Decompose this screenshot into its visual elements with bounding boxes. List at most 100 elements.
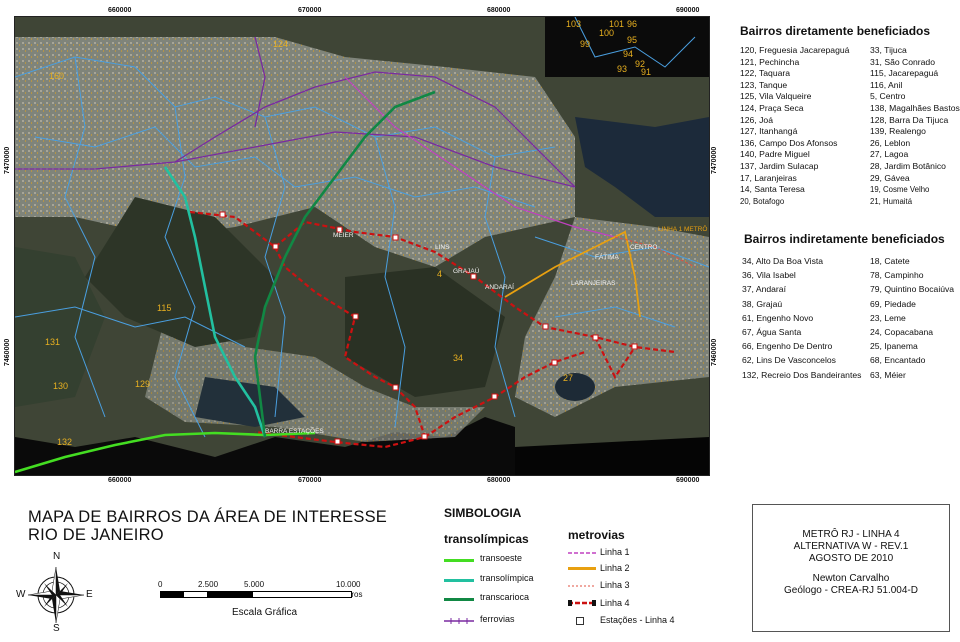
nb-label: 124 bbox=[273, 39, 288, 49]
linha3-swatch bbox=[568, 585, 596, 587]
nb-label: 115 bbox=[157, 303, 171, 313]
nb-label: 34 bbox=[453, 353, 463, 363]
direct-item: 125, Vila Valqueire bbox=[740, 91, 812, 102]
direct-item: 21, Humaitá bbox=[870, 196, 913, 206]
nb-label: 27 bbox=[563, 373, 573, 383]
indirect-item: 24, Copacabana bbox=[870, 327, 934, 338]
direct-item: 140, Padre Miguel bbox=[740, 149, 810, 160]
indirect-item: 68, Encantado bbox=[870, 355, 926, 366]
scale-tick: 10.000 bbox=[336, 580, 361, 589]
map-title: MAPA DE BAIRROS DA ÁREA DE INTERESSE RIO… bbox=[28, 508, 387, 544]
direct-item: 115, Jacarepaguá bbox=[870, 68, 939, 79]
compass-rose: N S W E bbox=[16, 551, 96, 637]
indirect-item: 62, Lins De Vasconcelos bbox=[742, 355, 836, 366]
info-role: Geólogo - CREA-RJ 51.004-D bbox=[784, 585, 918, 596]
station-label: CENTRO bbox=[630, 244, 657, 251]
nb-label: 91 bbox=[641, 67, 651, 77]
nb-label: 93 bbox=[617, 64, 627, 74]
direct-item: 5, Centro bbox=[870, 91, 906, 102]
nb-label: 160 bbox=[49, 71, 64, 81]
direct-item: 126, Joá bbox=[740, 114, 773, 125]
info-line3: AGOSTO DE 2010 bbox=[808, 553, 894, 564]
coord-bottom: 680000 bbox=[487, 477, 511, 484]
nb-label: 96 bbox=[627, 19, 637, 29]
indirect-item: 34, Alto Da Boa Vista bbox=[742, 256, 824, 266]
direct-item: 31, São Conrado bbox=[870, 56, 935, 67]
direct-item: 137, Jardim Sulacap bbox=[740, 160, 819, 171]
legend-metrovias-heading: metrovias bbox=[568, 528, 625, 542]
indirect-item: 38, Grajaú bbox=[742, 298, 783, 309]
compass-w: W bbox=[16, 589, 26, 600]
direct-item: 17, Laranjeiras bbox=[740, 172, 797, 183]
map-title-line1: MAPA DE BAIRROS DA ÁREA DE INTERESSE bbox=[28, 508, 387, 526]
indirect-item: 36, Vila Isabel bbox=[742, 270, 796, 281]
indirect-item: 37, Andaraí bbox=[742, 284, 786, 295]
station-label: LINS bbox=[435, 244, 450, 251]
direct-item: 116, Anil bbox=[870, 79, 903, 90]
info-box: METRÔ RJ - LINHA 4 ALTERNATIVA W - REV.1… bbox=[752, 504, 950, 632]
direct-item: 139, Realengo bbox=[870, 126, 926, 137]
coord-bottom: 660000 bbox=[108, 477, 132, 484]
direct-item: 14, Santa Teresa bbox=[740, 184, 805, 195]
station-label: MÉIER bbox=[333, 230, 354, 239]
direct-item: 19, Cosme Velho bbox=[870, 185, 930, 195]
coord-right: 7460000 bbox=[711, 338, 718, 366]
coord-top: 660000 bbox=[108, 7, 132, 14]
station-label: LARANJEIRAS bbox=[571, 280, 616, 287]
direct-item: 26, Leblon bbox=[870, 137, 911, 148]
indirect-col1: 34, Alto Da Boa Vista 36, Vila Isabel 37… bbox=[742, 254, 866, 382]
indirect-item: 63, Méier bbox=[870, 369, 906, 380]
indirect-item: 66, Engenho De Dentro bbox=[742, 341, 833, 352]
coord-top: 670000 bbox=[298, 7, 322, 14]
nb-label: 4 bbox=[437, 269, 442, 279]
nb-label: 94 bbox=[623, 49, 633, 59]
station-label: ANDARAÍ bbox=[485, 282, 514, 291]
nb-label: 129 bbox=[135, 379, 150, 389]
compass-s: S bbox=[53, 623, 60, 634]
map-image: 103 99 100 101 96 95 94 92 93 91 124 160… bbox=[14, 16, 710, 476]
transcarioca-swatch bbox=[444, 598, 474, 601]
indirect-col2: 18, Catete 78, Campinho 79, Quintino Boc… bbox=[870, 254, 958, 382]
direct-item: 20, Botafogo bbox=[740, 196, 785, 206]
nb-label: 101 bbox=[609, 19, 624, 29]
ferrovias-swatch bbox=[444, 618, 474, 624]
indirect-item: 67, Água Santa bbox=[742, 327, 802, 338]
compass-e: E bbox=[86, 589, 93, 600]
station-icon bbox=[576, 617, 584, 625]
nb-label: 95 bbox=[627, 35, 637, 45]
indirect-item: 18, Catete bbox=[870, 256, 910, 266]
direct-item: 121, Pechincha bbox=[740, 56, 800, 67]
legend-transolimpicas-heading: transolímpicas bbox=[444, 532, 529, 546]
compass-n: N bbox=[53, 551, 61, 562]
direct-item: 33, Tijuca bbox=[870, 45, 907, 55]
indirect-title: Bairros indiretamente beneficiados bbox=[744, 232, 945, 246]
scale-bar: 0 2.500 5.000 10.000 Metros Escala Gráfi… bbox=[150, 580, 380, 620]
direct-title: Bairros diretamente beneficiados bbox=[740, 24, 931, 38]
coord-right: 7470000 bbox=[711, 146, 718, 174]
indirect-item: 79, Quintino Bocaiúva bbox=[870, 284, 955, 295]
scale-tick: 5.000 bbox=[244, 580, 265, 589]
nb-label: 132 bbox=[57, 437, 72, 447]
linha4-swatch bbox=[568, 600, 596, 606]
direct-item: 136, Campo Dos Afonsos bbox=[740, 137, 838, 148]
scale-caption: Escala Gráfica bbox=[232, 607, 298, 618]
coord-bottom: 670000 bbox=[298, 477, 322, 484]
direct-item: 124, Praça Seca bbox=[740, 102, 804, 113]
direct-item: 120, Freguesia Jacarepaguá bbox=[740, 45, 850, 55]
coord-top: 680000 bbox=[487, 7, 511, 14]
legend-heading: SIMBOLOGIA bbox=[444, 506, 522, 520]
transolimpica-swatch bbox=[444, 579, 474, 582]
nb-label: 130 bbox=[53, 381, 68, 391]
direct-item: 138, Magalhães Bastos bbox=[870, 102, 960, 113]
station-label: GRAJAÚ bbox=[453, 266, 480, 275]
info-line2: ALTERNATIVA W - REV.1 bbox=[793, 541, 909, 552]
station-label: LINHA 1 METRÔ bbox=[658, 224, 707, 233]
nb-label: 99 bbox=[580, 39, 590, 49]
coord-left: 7460000 bbox=[4, 338, 11, 366]
linha2-swatch bbox=[568, 567, 596, 570]
direct-item: 28, Jardim Botânico bbox=[870, 160, 946, 171]
nb-label: 103 bbox=[566, 19, 581, 29]
station-label: BARRA ESTAÇÕES bbox=[265, 426, 324, 435]
indirect-item: 132, Recreio Dos Bandeirantes bbox=[742, 369, 862, 380]
direct-item: 122, Taquara bbox=[740, 68, 791, 79]
